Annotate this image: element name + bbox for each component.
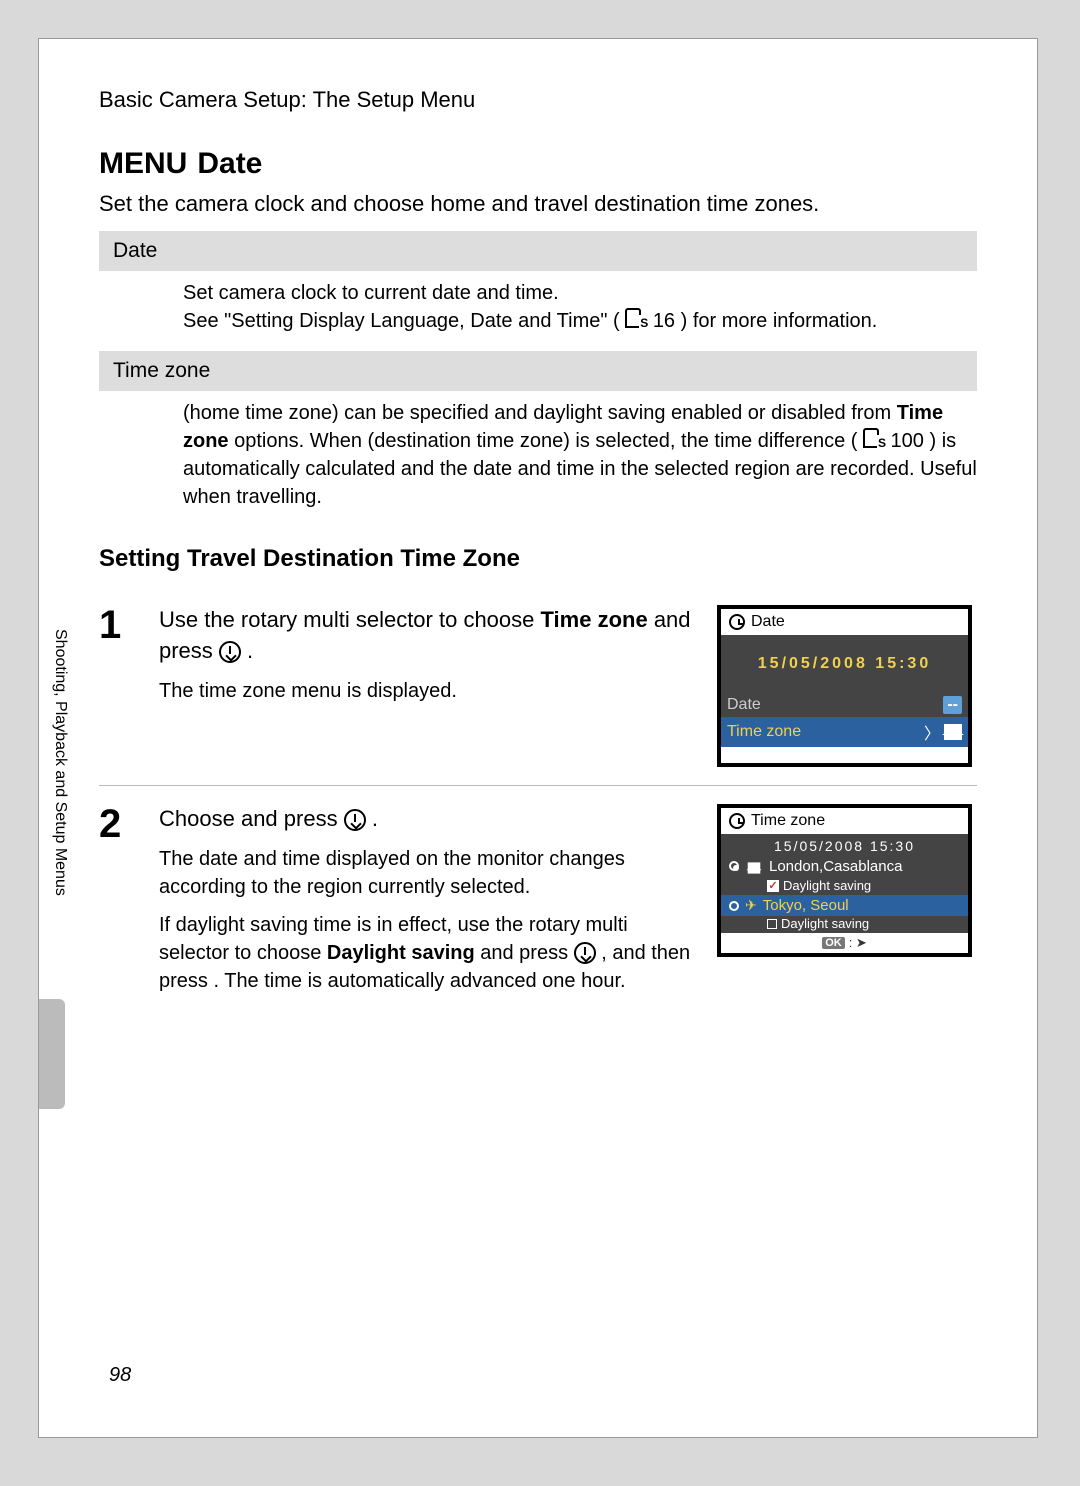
lcd-row-date-label: Date xyxy=(727,696,761,714)
setup-icon xyxy=(863,428,885,450)
section-title: MENU Date xyxy=(99,147,977,181)
lcd-title-bar: Time zone xyxy=(721,808,968,834)
s2-sub2-d: . The time is automatically advanced one… xyxy=(213,970,625,992)
ok-button-icon xyxy=(344,809,366,831)
s2-sub2-bold: Daylight saving xyxy=(327,942,475,964)
setup-icon xyxy=(625,308,647,330)
lcd-foot: OK : ➤ xyxy=(721,933,968,953)
s2-text-c: . xyxy=(372,806,378,831)
clock-icon xyxy=(729,813,745,829)
lcd-row-tz-label: Time zone xyxy=(727,723,801,741)
lcd-row-date[interactable]: Date -- xyxy=(721,693,968,717)
lcd-dash-indicator: -- xyxy=(943,696,962,714)
lcd-home-dst: ✓ Daylight saving xyxy=(721,878,968,895)
lcd-dest-dst: Daylight saving xyxy=(721,916,968,933)
date-line2: See "Setting Display Language, Date and … xyxy=(183,307,977,335)
date-line1: Set camera clock to current date and tim… xyxy=(183,279,977,307)
lcd-body: 15/05/2008 15:30 Date -- Time zone 〉 xyxy=(721,635,968,747)
tz-text-a: (home time zone) can be specified and da… xyxy=(183,402,897,424)
confirm-arrow-icon: : ➤ xyxy=(849,935,867,951)
clock-icon xyxy=(729,614,745,630)
home-icon xyxy=(748,862,761,873)
step-2: 2 Choose and press . The date and time d… xyxy=(99,786,977,1013)
lcd-datetime: 15/05/2008 15:30 xyxy=(721,834,968,854)
lcd-title: Date xyxy=(751,613,785,631)
ok-button-icon xyxy=(574,942,596,964)
breadcrumb: Basic Camera Setup: The Setup Menu xyxy=(99,87,977,113)
tz-text-c: (destination time zone) is selected, the… xyxy=(368,430,858,452)
s1-text-a: Use the rotary multi selector to choose xyxy=(159,607,541,632)
date-line2-b: ) for more information. xyxy=(681,310,878,332)
lcd-dest-dst-label: Daylight saving xyxy=(781,916,869,931)
airplane-icon: ✈ xyxy=(745,897,757,914)
section-bar-date: Date xyxy=(99,231,977,271)
lcd-timezone-menu: Time zone 15/05/2008 15:30 London,Casabl… xyxy=(717,804,972,957)
s2-sub2-b: and press xyxy=(480,942,573,964)
lcd-home-zone[interactable]: London,Casablanca xyxy=(721,854,968,878)
home-icon xyxy=(944,724,962,740)
lcd-row-timezone[interactable]: Time zone 〉 xyxy=(721,717,968,747)
s2-text-a: Choose xyxy=(159,806,241,831)
menu-label: MENU xyxy=(99,147,187,181)
lcd-screenshot-2: Time zone 15/05/2008 15:30 London,Casabl… xyxy=(717,804,977,995)
lcd-screenshot-1: Date 15/05/2008 15:30 Date -- Time zone … xyxy=(717,605,977,767)
checkbox-on-icon: ✓ xyxy=(767,880,779,892)
sidebar-section-label: Shooting, Playback and Setup Menus xyxy=(51,629,69,999)
date-line2-ref: 16 xyxy=(653,310,675,332)
lcd-dest-zone[interactable]: ✈ Tokyo, Seoul xyxy=(721,895,968,916)
subheading: Setting Travel Destination Time Zone xyxy=(99,545,977,573)
ok-badge: OK xyxy=(822,937,845,949)
edge-tab xyxy=(39,999,65,1109)
s2-sub1: The date and time displayed on the monit… xyxy=(159,845,697,901)
tz-text-ref: 100 xyxy=(891,430,924,452)
step-1: 1 Use the rotary multi selector to choos… xyxy=(99,587,977,786)
radio-on-icon xyxy=(729,861,739,871)
step-text: Choose and press . The date and time dis… xyxy=(159,804,697,995)
lcd-datetime: 15/05/2008 15:30 xyxy=(721,635,968,693)
page-title: Date xyxy=(197,147,262,181)
lcd-dest-label: Tokyo, Seoul xyxy=(763,897,849,914)
page-number: 98 xyxy=(109,1364,131,1387)
manual-page: Basic Camera Setup: The Setup Menu MENU … xyxy=(38,38,1038,1438)
lcd-title: Time zone xyxy=(751,812,825,830)
s1-text-bold: Time zone xyxy=(541,607,648,632)
step-number: 1 xyxy=(99,605,139,767)
lcd-title-bar: Date xyxy=(721,609,968,635)
radio-off-icon xyxy=(729,901,739,911)
ok-button-icon xyxy=(219,641,241,663)
section-bar-timezone: Time zone xyxy=(99,351,977,391)
section-body-timezone: (home time zone) can be specified and da… xyxy=(99,395,977,521)
lcd-body: 15/05/2008 15:30 London,Casablanca ✓ Day… xyxy=(721,834,968,933)
lcd-foot xyxy=(721,747,968,763)
lcd-date-menu: Date 15/05/2008 15:30 Date -- Time zone … xyxy=(717,605,972,767)
s1-text-c: . xyxy=(247,638,253,663)
step-text: Use the rotary multi selector to choose … xyxy=(159,605,697,767)
lcd-home-dst-label: Daylight saving xyxy=(783,878,871,893)
tz-text-b: options. When xyxy=(234,430,367,452)
lcd-home-label: London,Casablanca xyxy=(769,858,902,875)
steps-list: 1 Use the rotary multi selector to choos… xyxy=(99,587,977,1013)
checkbox-off-icon xyxy=(767,919,777,929)
date-line2-a: See "Setting Display Language, Date and … xyxy=(183,310,620,332)
s1-sub: The time zone menu is displayed. xyxy=(159,677,697,705)
section-body-date: Set camera clock to current date and tim… xyxy=(99,275,977,345)
step-number: 2 xyxy=(99,804,139,995)
intro-text: Set the camera clock and choose home and… xyxy=(99,191,977,217)
s2-text-b: and press xyxy=(241,806,344,831)
s2-sub2: If daylight saving time is in effect, us… xyxy=(159,911,697,995)
